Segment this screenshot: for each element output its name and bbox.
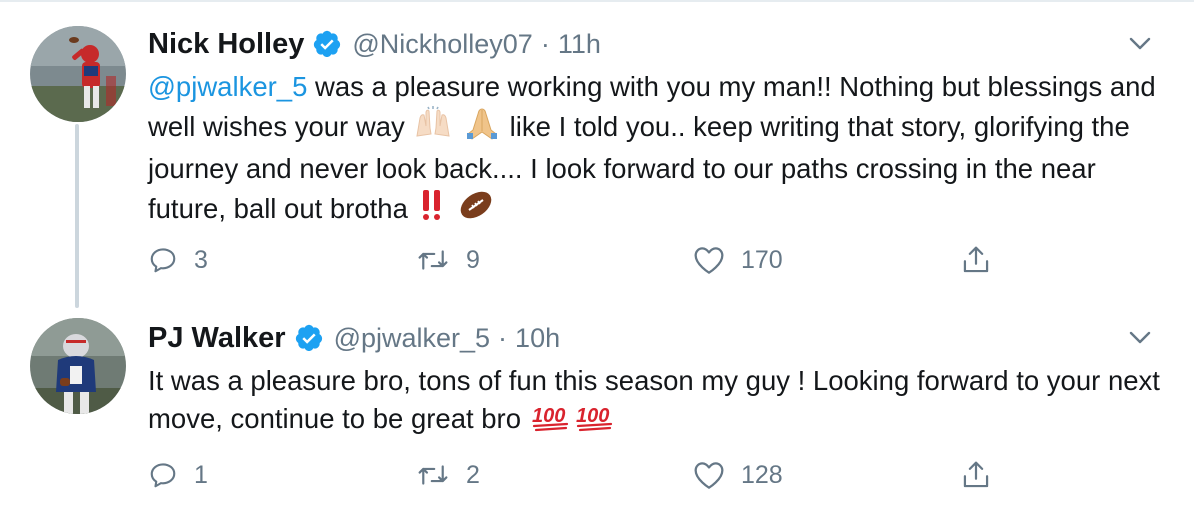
chevron-down-icon[interactable]	[1128, 34, 1152, 54]
separator-dot: ·	[498, 322, 508, 353]
tweet-timestamp[interactable]: 10h	[515, 323, 560, 354]
retweet-icon	[416, 460, 450, 490]
share-icon	[961, 459, 991, 491]
tweet-text: It was a pleasure bro, tons of fun this …	[148, 362, 1168, 442]
share-button[interactable]	[961, 240, 991, 280]
reply-count: 1	[194, 460, 208, 489]
american-football-emoji	[457, 188, 495, 232]
author-handle[interactable]: @pjwalker_5	[334, 323, 490, 354]
author-name[interactable]: PJ Walker	[148, 322, 286, 355]
tweet-actions: 3 9 170	[148, 240, 1188, 280]
reply-icon	[148, 460, 178, 490]
tweet-header: PJ Walker @pjwalker_5 · 10h	[148, 318, 1174, 358]
mention-link[interactable]: @pjwalker_5	[148, 71, 307, 102]
author-handle[interactable]: @Nickholley07	[352, 29, 532, 60]
avatar[interactable]	[30, 26, 126, 122]
tweet-header: Nick Holley @Nickholley07 · 11h	[148, 24, 1174, 64]
like-icon	[693, 460, 725, 490]
retweet-count: 9	[466, 245, 480, 274]
verified-badge-icon	[294, 323, 324, 353]
tweet-text: @pjwalker_5 was a pleasure working with …	[148, 68, 1168, 232]
verified-badge-icon	[312, 29, 342, 59]
separator-dot: ·	[540, 28, 550, 59]
tweet-nick-holley[interactable]: Nick Holley @Nickholley07 · 11h @pjwalke…	[0, 0, 1194, 300]
raising-hands-emoji	[414, 106, 452, 150]
avatar[interactable]	[30, 318, 126, 414]
retweet-button[interactable]: 2	[416, 455, 480, 495]
reply-count: 3	[194, 245, 208, 274]
like-count: 128	[741, 460, 783, 489]
retweet-button[interactable]: 9	[416, 240, 480, 280]
like-button[interactable]: 128	[693, 455, 783, 495]
tweet-pj-walker[interactable]: PJ Walker @pjwalker_5 · 10h It was a ple…	[0, 300, 1194, 514]
author-name[interactable]: Nick Holley	[148, 28, 304, 61]
tweet-actions: 1 2 128	[148, 455, 1188, 495]
like-count: 170	[741, 245, 783, 274]
tweet-timestamp[interactable]: 11h	[558, 29, 601, 60]
chevron-down-icon[interactable]	[1128, 328, 1152, 348]
share-icon	[961, 244, 991, 276]
hundred-points-emoji: 100	[531, 402, 571, 442]
retweet-icon	[416, 245, 450, 275]
like-button[interactable]: 170	[693, 240, 783, 280]
retweet-count: 2	[466, 460, 480, 489]
reply-icon	[148, 245, 178, 275]
share-button[interactable]	[961, 455, 991, 495]
reply-button[interactable]: 3	[148, 240, 208, 280]
hundred-points-emoji: 100	[575, 402, 615, 442]
folded-hands-emoji	[464, 106, 500, 150]
like-icon	[693, 245, 725, 275]
tweet-text-part: It was a pleasure bro, tons of fun this …	[148, 365, 1160, 434]
double-exclamation-emoji	[418, 188, 446, 232]
reply-button[interactable]: 1	[148, 455, 208, 495]
